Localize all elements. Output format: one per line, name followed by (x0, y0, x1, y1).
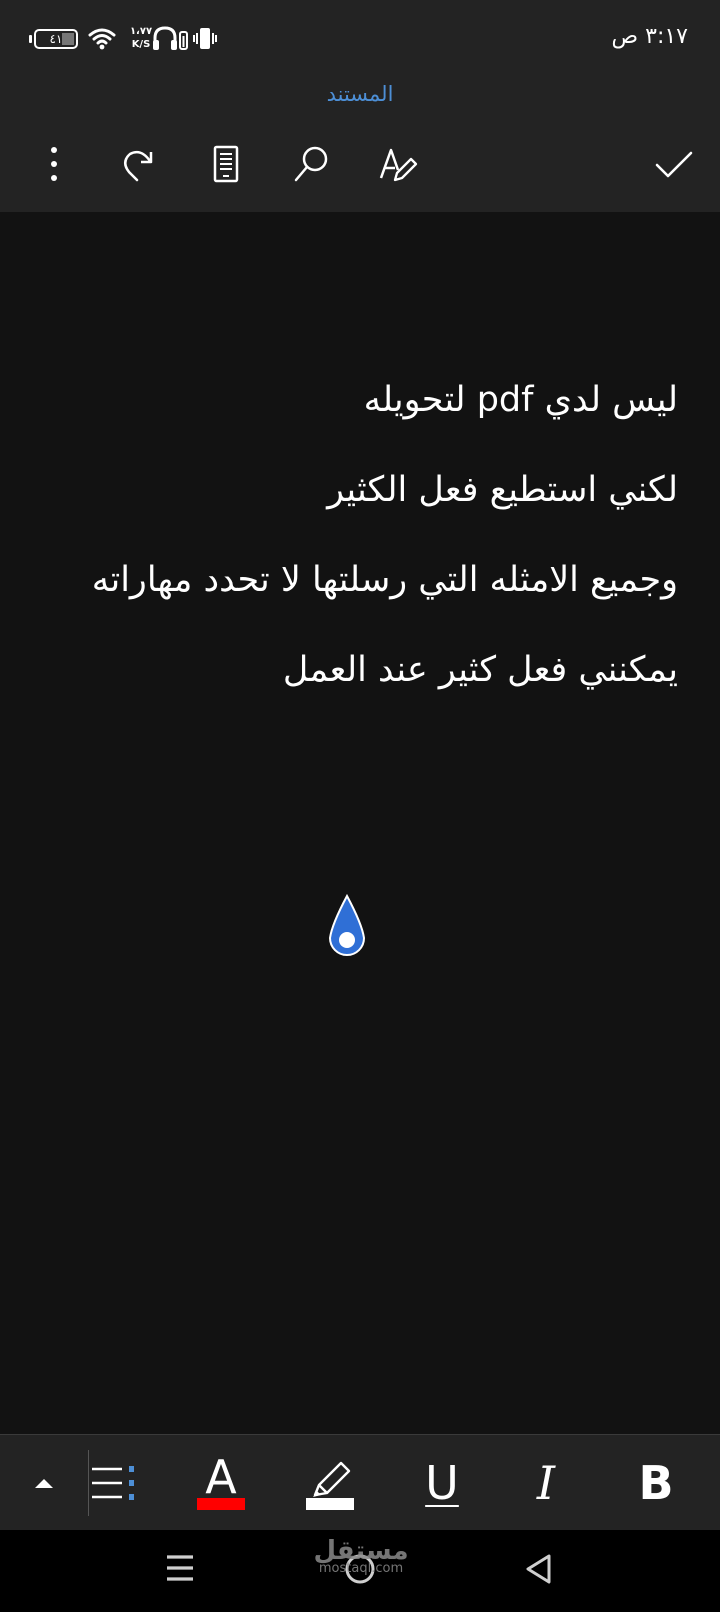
search-button[interactable] (288, 140, 336, 188)
bold-button[interactable]: B (632, 1456, 680, 1510)
document-title[interactable]: المستند (0, 82, 720, 106)
battery-icon: ٤١ (34, 29, 78, 49)
mobile-view-button[interactable] (202, 140, 250, 188)
wifi-icon (88, 28, 116, 50)
bullet-list-icon (92, 1466, 134, 1500)
document-line[interactable]: يمكنني فعل كثير عند العمل (18, 625, 678, 715)
italic-icon: I (536, 1456, 556, 1510)
done-check-icon (655, 151, 693, 178)
done-button[interactable] (650, 140, 698, 188)
document-line[interactable]: وجميع الامثله التي رسلتها لا تحدد مهارات… (18, 535, 678, 625)
status-bar: ٤١ ١،٧٧ K/S ٣:١٧ ص (0, 0, 720, 80)
headphones-icon (153, 26, 188, 50)
battery-cap (29, 35, 32, 43)
document-line[interactable]: ليس لدي pdf لتحويله (18, 355, 678, 445)
bullet-list-button[interactable] (88, 1456, 138, 1510)
draw-button[interactable] (374, 140, 422, 188)
redo-button[interactable] (115, 140, 163, 188)
search-icon (294, 146, 328, 182)
font-color-swatch (197, 1498, 245, 1510)
status-time: ٣:١٧ ص (611, 24, 688, 49)
font-color-button[interactable]: A (197, 1450, 245, 1504)
more-options-button[interactable] (30, 140, 78, 188)
document-body[interactable]: ليس لدي pdf لتحويله لكني استطيع فعل الكث… (18, 355, 678, 715)
expand-format-button[interactable] (28, 1456, 60, 1510)
more-options-icon (51, 147, 57, 181)
font-color-icon: A (205, 1450, 237, 1504)
highlighter-button[interactable] (306, 1450, 354, 1504)
expand-up-icon (35, 1479, 53, 1488)
vibrate-icon (193, 28, 217, 49)
underline-button[interactable]: U (418, 1456, 466, 1510)
back-icon[interactable] (524, 1553, 554, 1585)
highlight-color-swatch (306, 1498, 354, 1510)
battery-level: ٤١ (49, 32, 63, 46)
network-speed-value: ١،٧٧ (129, 26, 153, 37)
underline-icon: U (425, 1456, 459, 1510)
text-cursor-handle[interactable] (326, 894, 368, 962)
document-line[interactable]: لكني استطيع فعل الكثير (18, 445, 678, 535)
highlighter-icon (313, 1461, 351, 1497)
italic-button[interactable]: I (526, 1456, 566, 1510)
bold-icon: B (638, 1456, 674, 1510)
draw-icon (379, 148, 418, 182)
redo-icon (124, 150, 153, 182)
network-speed-unit: K/S (131, 39, 151, 50)
mobile-view-icon (213, 145, 239, 183)
recent-apps-icon[interactable] (164, 1553, 196, 1583)
watermark-latin: mostaql.com (318, 1561, 404, 1576)
watermark: مستقل mostaql.com (306, 1538, 416, 1575)
